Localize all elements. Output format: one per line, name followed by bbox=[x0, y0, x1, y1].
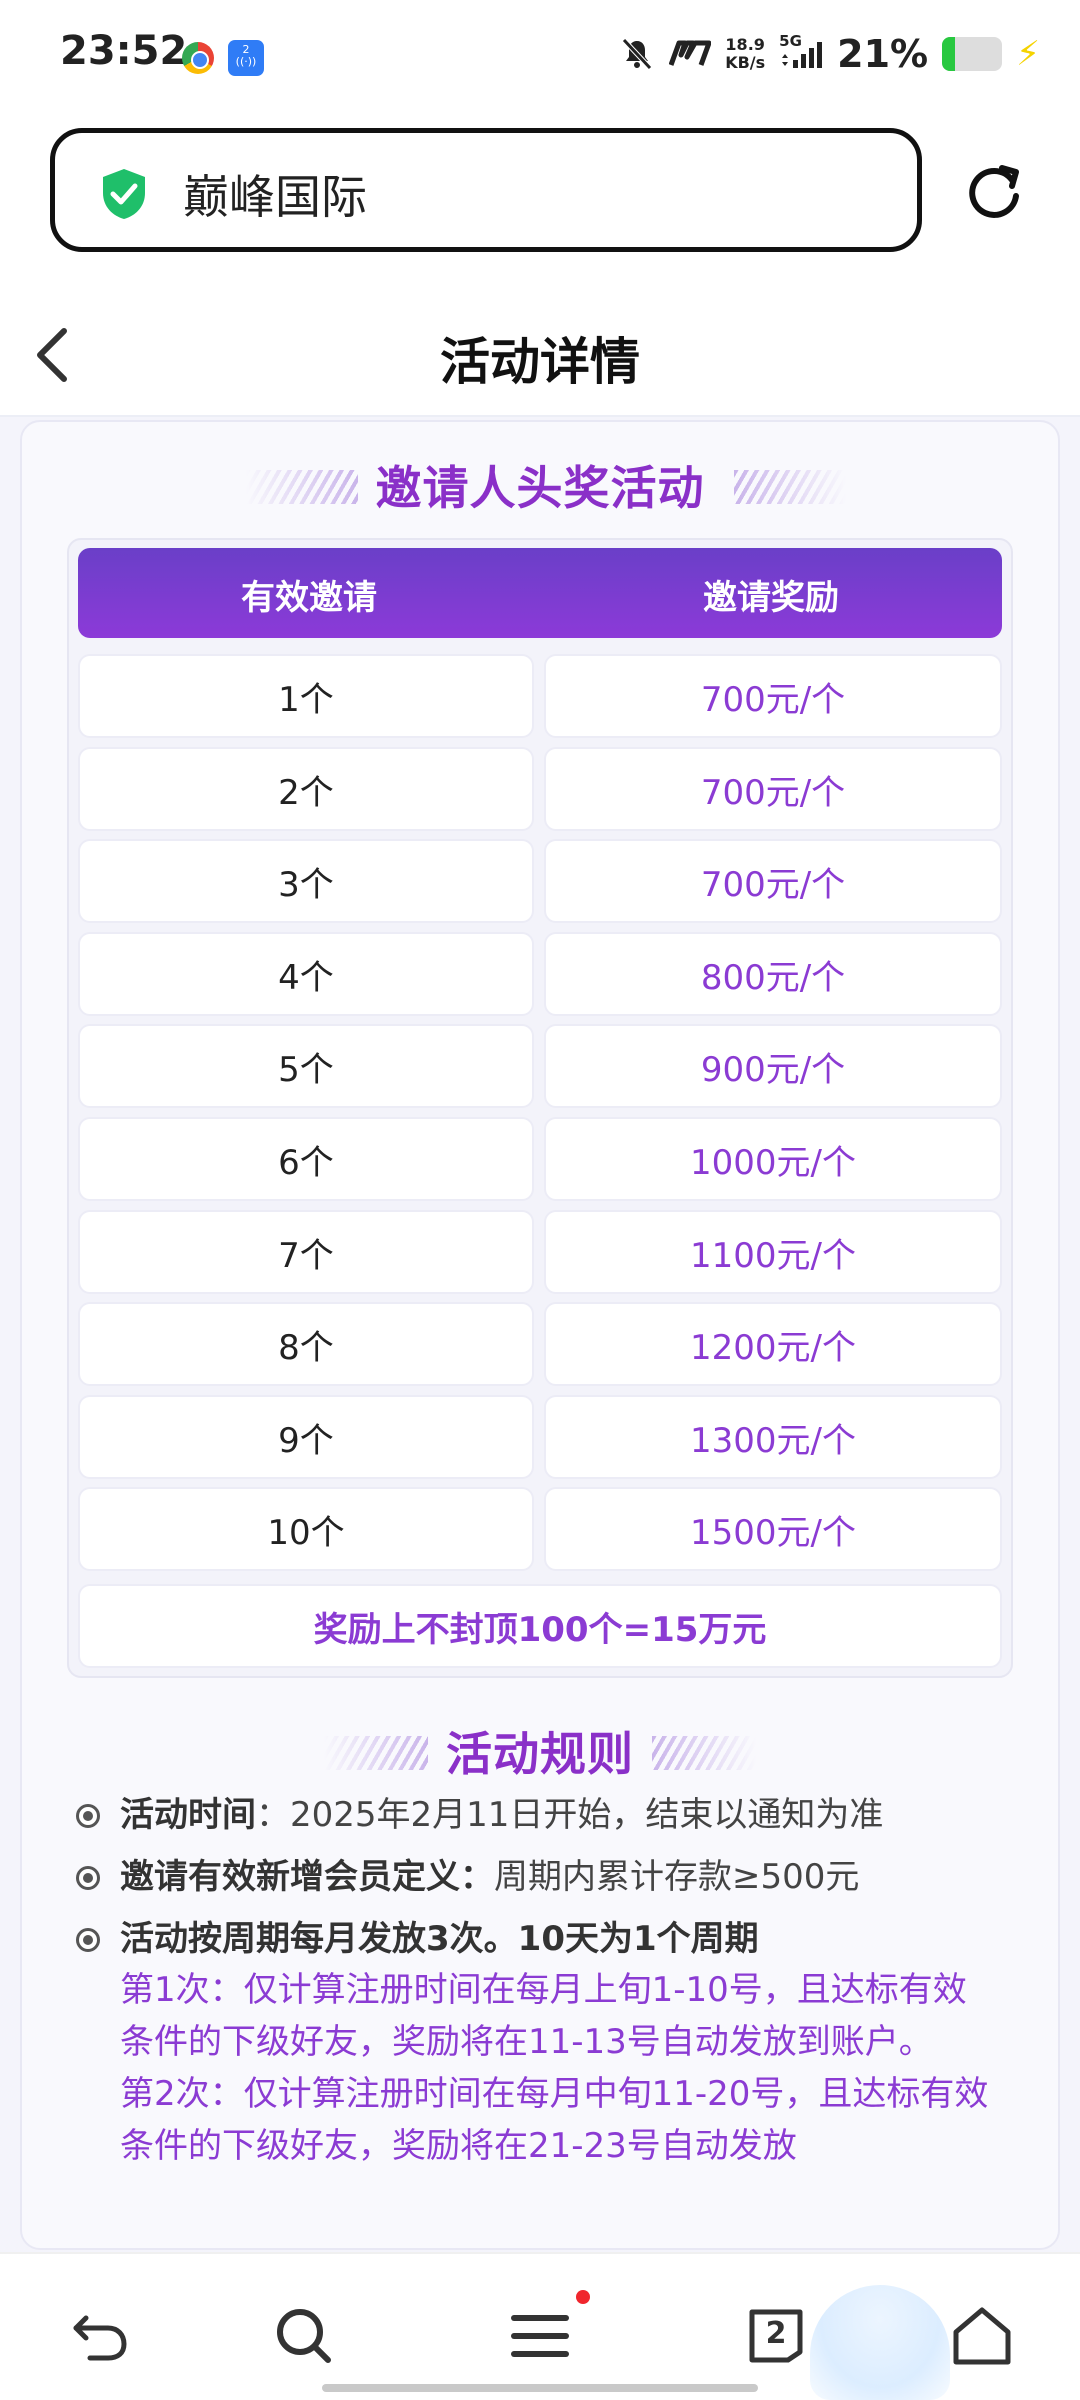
address-bar[interactable]: 巅峰国际 bbox=[50, 128, 922, 252]
invite-reward-cell: 700元/个 bbox=[544, 839, 1002, 923]
charging-icon: ⚡ bbox=[1016, 34, 1040, 74]
rule-item-time: 活动时间：2025年2月11日开始，结束以通知为准 bbox=[72, 1790, 992, 1840]
notification-dot bbox=[576, 2290, 590, 2304]
table-header: 有效邀请 邀请奖励 bbox=[78, 548, 1002, 638]
signal-icon: 5G bbox=[779, 32, 823, 72]
invite-count-cell: 8个 bbox=[78, 1302, 534, 1386]
invite-reward-cell: 700元/个 bbox=[544, 747, 1002, 831]
rule-sub-first: 第1次：仅计算注册时间在每月上旬1-10号，且达标有效条件的下级好友，奖励将在1… bbox=[120, 1970, 967, 2062]
invite-count-cell: 10个 bbox=[78, 1487, 534, 1571]
invite-reward-cell: 700元/个 bbox=[544, 654, 1002, 738]
invite-reward-cell: 1200元/个 bbox=[544, 1302, 1002, 1386]
rule-sub-second: 第2次：仅计算注册时间在每月中旬11-20号，且达标有效条件的下级好友，奖励将在… bbox=[120, 2074, 989, 2166]
bullet-icon bbox=[76, 1804, 100, 1828]
mute-bell-icon bbox=[622, 38, 653, 70]
invite-reward-cell: 1500元/个 bbox=[544, 1487, 1002, 1571]
status-time: 23:52 bbox=[60, 28, 188, 74]
battery-percent: 21% bbox=[837, 32, 929, 76]
page-title: 活动详情 bbox=[440, 333, 640, 391]
invite-count-cell: 2个 bbox=[78, 747, 534, 831]
mi-icon bbox=[669, 40, 712, 66]
rules-section-title: 活动规则 bbox=[446, 1727, 634, 1781]
rule-label: 活动时间 bbox=[120, 1795, 256, 1835]
invite-reward-cell: 800元/个 bbox=[544, 932, 1002, 1016]
status-bar: 23:52 2 ((·)) 18.9 KB/s 5G 21% ⚡ bbox=[0, 0, 1080, 110]
menu-icon[interactable] bbox=[508, 2304, 572, 2368]
home-icon[interactable] bbox=[950, 2304, 1014, 2368]
title-decoration-right bbox=[734, 470, 846, 504]
invite-count-cell: 3个 bbox=[78, 839, 534, 923]
net-speed: 18.9 KB/s bbox=[725, 36, 765, 72]
reload-icon[interactable] bbox=[962, 160, 1026, 224]
security-shield-icon bbox=[103, 169, 145, 219]
invite-reward-cell: 1300元/个 bbox=[544, 1395, 1002, 1479]
invite-count-cell: 7个 bbox=[78, 1210, 534, 1294]
bullet-icon bbox=[76, 1866, 100, 1890]
battery-fill bbox=[942, 37, 955, 71]
rule-label: 活动按周期每月发放3次。10天为1个周期 bbox=[120, 1919, 759, 1959]
rules-decoration-right bbox=[652, 1736, 756, 1770]
tabs-button[interactable]: 2 bbox=[744, 2304, 808, 2368]
site-name: 巅峰国际 bbox=[183, 170, 367, 224]
net-speed-unit: KB/s bbox=[725, 53, 766, 72]
rule-item-definition: 邀请有效新增会员定义：周期内累计存款≥500元 bbox=[72, 1852, 992, 1902]
home-indicator[interactable] bbox=[322, 2384, 758, 2392]
rule-item-cycle: 活动按周期每月发放3次。10天为1个周期 bbox=[72, 1914, 992, 1964]
net-speed-value: 18.9 bbox=[725, 35, 765, 54]
rule-text: 周期内累计存款≥500元 bbox=[494, 1857, 860, 1897]
chrome-app-icon bbox=[182, 42, 214, 74]
invite-count-cell: 9个 bbox=[78, 1395, 534, 1479]
invite-section-title: 邀请人头奖活动 bbox=[375, 461, 705, 515]
col-header-valid-invites: 有效邀请 bbox=[241, 578, 377, 618]
undo-back-icon[interactable] bbox=[68, 2304, 132, 2368]
battery-icon bbox=[942, 37, 1003, 71]
bullet-icon bbox=[76, 1928, 100, 1952]
col-header-invite-reward: 邀请奖励 bbox=[703, 578, 839, 618]
tabs-count: 2 bbox=[765, 2316, 787, 2351]
nfc-badge-icon: 2 ((·)) bbox=[228, 40, 264, 76]
invite-reward-cell: 1100元/个 bbox=[544, 1210, 1002, 1294]
invite-reward-cell: 900元/个 bbox=[544, 1024, 1002, 1108]
rule-text: ：2025年2月11日开始，结束以通知为准 bbox=[256, 1795, 884, 1835]
table-footer-cap: 奖励上不封顶100个=15万元 bbox=[78, 1584, 1002, 1668]
invite-reward-cell: 1000元/个 bbox=[544, 1117, 1002, 1201]
rules-list: 活动时间：2025年2月11日开始，结束以通知为准 邀请有效新增会员定义：周期内… bbox=[72, 1790, 992, 2172]
rule-label: 邀请有效新增会员定义： bbox=[120, 1857, 494, 1897]
invite-count-cell: 6个 bbox=[78, 1117, 534, 1201]
invite-count-cell: 1个 bbox=[78, 654, 534, 738]
status-right-group: 18.9 KB/s 5G 21% ⚡ bbox=[619, 32, 1040, 76]
nfc-badge-count: 2 bbox=[242, 43, 250, 56]
invite-count-cell: 4个 bbox=[78, 932, 534, 1016]
invite-count-cell: 5个 bbox=[78, 1024, 534, 1108]
search-icon[interactable] bbox=[272, 2304, 336, 2368]
